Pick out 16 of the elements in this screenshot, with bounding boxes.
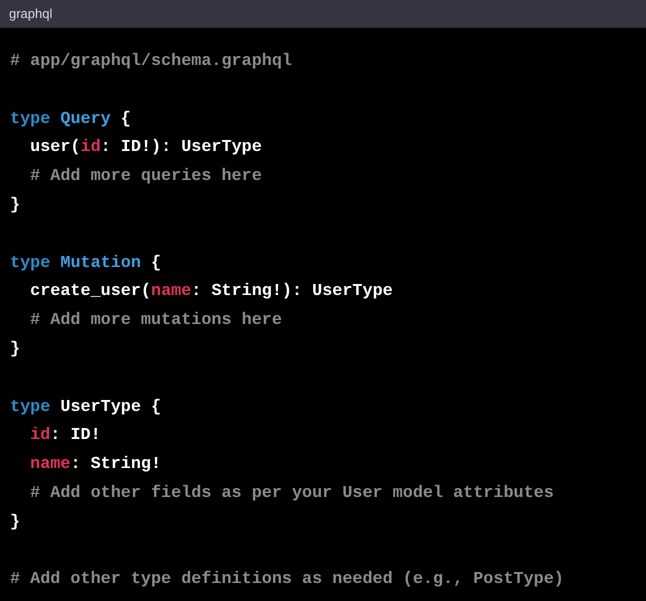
code-line: type Query {	[10, 108, 131, 131]
code-line: name: String!	[29, 454, 162, 476]
code-line: # Add more mutations here	[29, 310, 282, 332]
code-line: user(id: ID!): UserType	[29, 137, 262, 160]
code-line: }	[10, 338, 20, 361]
language-label: graphql	[9, 6, 52, 21]
code-line: # Add other fields as per your User model attributes	[29, 482, 554, 505]
code-line: }	[10, 512, 20, 534]
code-line: # app/graphql/schema.graphql	[10, 51, 292, 73]
code-line: id: ID!	[29, 425, 101, 448]
code-line: }	[10, 194, 20, 217]
code-line: create_user(name: String!): UserType	[29, 281, 393, 304]
code-line: # Add other type definitions as needed (e.g., PostType)	[10, 569, 564, 592]
code-line: type Mutation {	[10, 252, 162, 275]
code-line: type UserType {	[10, 396, 162, 419]
code-line: # Add more queries here	[29, 166, 262, 188]
